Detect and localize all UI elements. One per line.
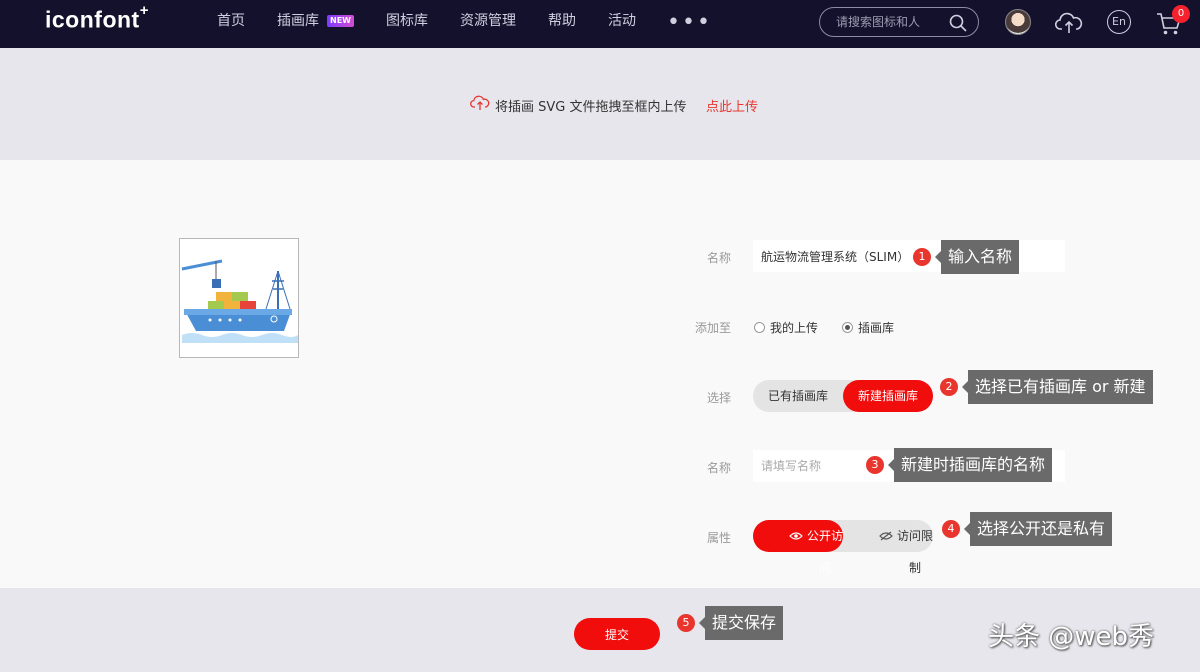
iconfont-logo[interactable]: iconfont+: [45, 2, 149, 34]
more-menu-icon[interactable]: •••: [667, 12, 712, 34]
upload-drop-zone[interactable]: 将插画 SVG 文件拖拽至框内上传 点此上传: [0, 48, 1200, 160]
form-footer: 提交 5 提交保存 头条 @web秀: [0, 588, 1200, 672]
step-marker-3: 3: [866, 456, 884, 474]
radio-dot-selected[interactable]: [842, 322, 853, 333]
existing-library-option[interactable]: 已有插画库: [753, 380, 843, 412]
visibility-toggle[interactable]: 公开访问 访问限制: [753, 520, 933, 575]
language-switch[interactable]: En: [1107, 10, 1131, 34]
annotation-4: 选择公开还是私有: [963, 512, 1113, 546]
new-badge: NEW: [327, 15, 354, 27]
step-marker-4: 4: [942, 520, 960, 538]
step-marker-5: 5: [677, 614, 695, 632]
radio-illustration-library[interactable]: 插画库: [842, 319, 894, 336]
cart-count-badge: 0: [1172, 5, 1190, 23]
top-nav: iconfont+ 首页 插画库 NEW 图标库 资源管理 帮助 活动 ••• …: [0, 0, 1200, 48]
nav-item-activity[interactable]: 活动: [608, 0, 636, 48]
annotation-5: 提交保存: [698, 606, 784, 640]
cargo-ship-illustration: [181, 259, 298, 343]
restricted-access-option[interactable]: 访问限制: [843, 520, 933, 575]
eye-off-icon: [879, 531, 893, 541]
public-access-option[interactable]: 公开访问: [753, 520, 843, 575]
radio-my-uploads[interactable]: 我的上传: [754, 319, 818, 336]
attribute-label: 属性: [706, 531, 731, 545]
search-box[interactable]: [819, 7, 979, 37]
library-select-toggle[interactable]: 已有插画库 新建插画库: [753, 380, 933, 412]
upload-icon: [470, 95, 490, 110]
step-marker-2: 2: [940, 378, 958, 396]
nav-item-help[interactable]: 帮助: [548, 0, 576, 48]
annotation-1: 输入名称: [934, 240, 1020, 274]
upload-cloud-icon[interactable]: [1055, 10, 1083, 36]
eye-icon: [789, 532, 803, 540]
radio-dot[interactable]: [754, 322, 765, 333]
search-icon[interactable]: [948, 13, 968, 33]
step-marker-1: 1: [913, 248, 931, 266]
upload-hint: 将插画 SVG 文件拖拽至框内上传: [495, 100, 687, 115]
upload-form: 名称 1 输入名称 添加至 我的上传 插画库 选择 已有插画库 新建插画库 2 …: [0, 160, 1200, 588]
nav-item-illustrations[interactable]: 插画库: [277, 0, 319, 48]
avatar[interactable]: [1005, 9, 1031, 35]
illustration-preview: [179, 238, 299, 358]
search-input[interactable]: [836, 14, 946, 30]
annotation-2: 选择已有插画库 or 新建: [962, 370, 1153, 404]
nav-item-home[interactable]: 首页: [217, 0, 245, 48]
add-to-label: 添加至: [694, 321, 731, 335]
new-library-option[interactable]: 新建插画库: [843, 380, 933, 412]
upload-link[interactable]: 点此上传: [706, 96, 758, 115]
nav-item-resources[interactable]: 资源管理: [460, 0, 516, 48]
watermark: 头条 @web秀: [988, 622, 1155, 652]
new-name-label: 名称: [706, 461, 731, 475]
select-label: 选择: [706, 391, 731, 405]
submit-button[interactable]: 提交: [574, 618, 660, 650]
nav-item-icons[interactable]: 图标库: [386, 0, 428, 48]
annotation-3: 新建时插画库的名称: [887, 448, 1053, 482]
name-label: 名称: [706, 251, 731, 265]
